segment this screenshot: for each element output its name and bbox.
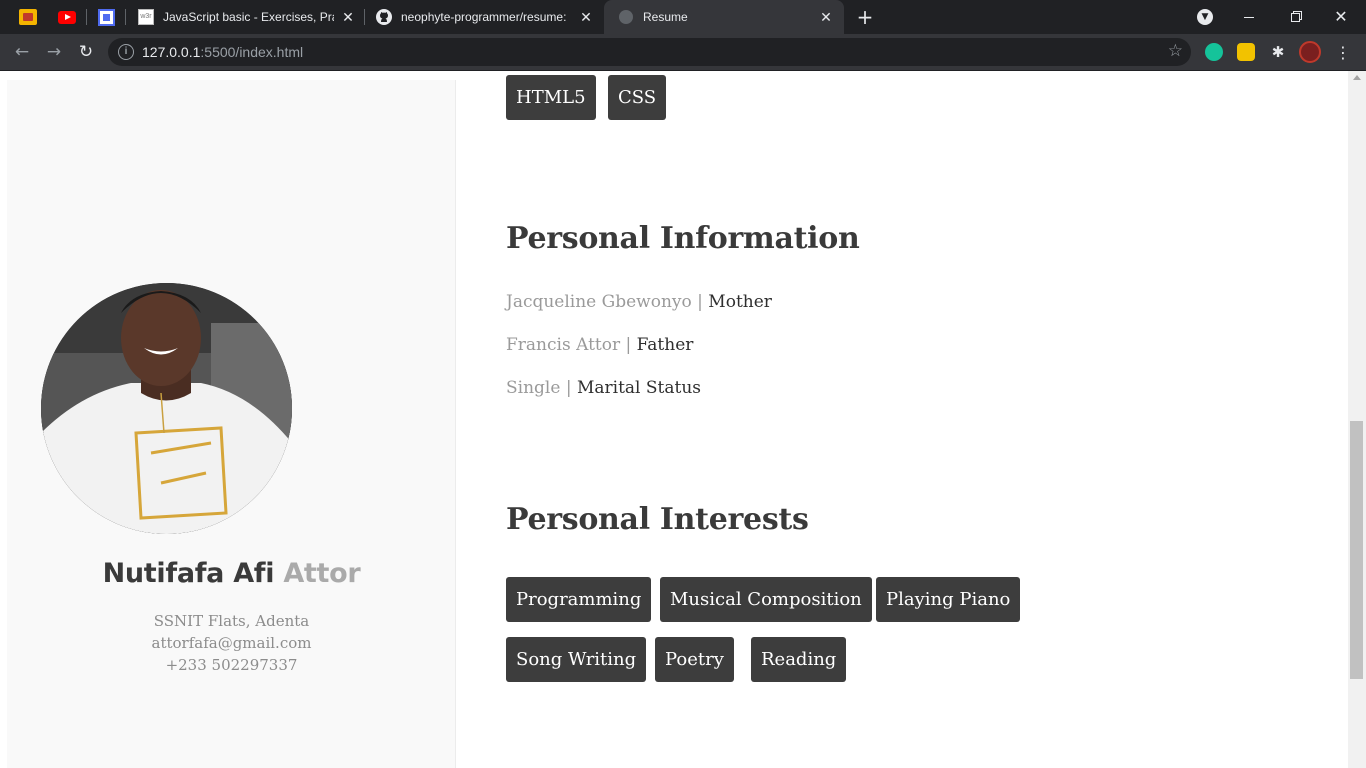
- page-scrollbar[interactable]: [1348, 71, 1366, 768]
- browser-toolbar: ← → ↻ i 127.0.0.1:5500/index.html ☆ ✱ ⋮: [0, 34, 1366, 71]
- pinned-tab-youtube[interactable]: [57, 7, 77, 27]
- github-icon: [376, 9, 392, 25]
- info-separator: |: [625, 335, 632, 355]
- interest-tag: Programming: [506, 577, 652, 622]
- skill-tag: HTML5: [506, 75, 596, 120]
- info-value: Jacqueline Gbewonyo: [506, 292, 692, 312]
- info-label: Marital Status: [576, 378, 701, 398]
- youtube-icon: [58, 10, 76, 24]
- extension-icon[interactable]: [1237, 43, 1255, 61]
- skill-tag: CSS: [608, 75, 667, 120]
- close-icon[interactable]: ✕: [340, 9, 356, 25]
- menu-button[interactable]: ⋮: [1331, 40, 1355, 64]
- page-viewport: Nutifafa Afi Attor SSNIT Flats, Adenta a…: [0, 71, 1348, 768]
- address-bar[interactable]: i 127.0.0.1:5500/index.html ☆: [108, 38, 1191, 66]
- resume-main: HTML5 CSS Personal Information Jacquelin…: [506, 71, 1326, 768]
- minimize-button[interactable]: [1226, 0, 1272, 34]
- blogger-icon: [19, 9, 37, 25]
- pinned-tab-blogger[interactable]: [18, 7, 38, 27]
- tab-divider: [86, 9, 87, 25]
- info-label: Mother: [708, 292, 772, 312]
- section-title-personal-information: Personal Information: [506, 221, 860, 256]
- contact-phone: +233 502297337: [165, 656, 298, 674]
- reload-icon: ↻: [78, 42, 94, 62]
- back-button[interactable]: ←: [10, 40, 34, 64]
- info-separator: |: [565, 378, 572, 398]
- kebab-menu-icon: ⋮: [1335, 42, 1351, 62]
- interest-tag: Musical Composition: [660, 577, 872, 622]
- tab-title: Resume: [643, 10, 688, 24]
- close-icon[interactable]: ✕: [578, 9, 594, 25]
- url-path: :5500/index.html: [200, 44, 304, 60]
- pinned-tab-app[interactable]: [96, 7, 116, 27]
- forward-button[interactable]: →: [42, 40, 66, 64]
- tab-title: neophyte-programmer/resume:: [401, 10, 567, 24]
- app-grid-icon: [97, 8, 115, 26]
- scrollbar-thumb[interactable]: [1350, 421, 1363, 679]
- close-icon: ✕: [1334, 9, 1348, 26]
- info-value: Single: [506, 378, 561, 398]
- bookmark-star-icon[interactable]: ☆: [1168, 41, 1183, 61]
- forward-arrow-icon: →: [46, 42, 62, 62]
- contact-email: attorfafa@gmail.com: [151, 634, 312, 652]
- contact-address: SSNIT Flats, Adenta: [153, 612, 310, 630]
- globe-icon: [618, 9, 634, 25]
- scroll-up-arrow-icon[interactable]: [1353, 75, 1361, 80]
- close-icon[interactable]: ✕: [818, 9, 834, 25]
- grammarly-icon[interactable]: [1205, 43, 1223, 61]
- tab-strip: w3r JavaScript basic - Exercises, Pract …: [0, 0, 1366, 34]
- profile-avatar[interactable]: [1299, 41, 1321, 63]
- tab-search-icon[interactable]: ▼: [1197, 9, 1213, 25]
- tab-javascript-basic[interactable]: w3r JavaScript basic - Exercises, Pract …: [124, 0, 366, 34]
- restore-icon: [1290, 12, 1300, 22]
- url-text: 127.0.0.1:5500/index.html: [142, 44, 303, 60]
- info-label: Father: [636, 335, 694, 355]
- info-row: Single | Marital Status: [506, 378, 701, 398]
- new-tab-button[interactable]: +: [855, 7, 875, 27]
- tab-title: JavaScript basic - Exercises, Pract: [163, 10, 334, 24]
- site-info-icon[interactable]: i: [118, 44, 134, 60]
- section-title-personal-interests: Personal Interests: [506, 502, 809, 537]
- profile-photo: [41, 283, 292, 534]
- profile-sidebar: Nutifafa Afi Attor SSNIT Flats, Adenta a…: [7, 80, 456, 768]
- tab-resume[interactable]: Resume ✕: [604, 0, 844, 34]
- back-arrow-icon: ←: [14, 42, 30, 62]
- info-separator: |: [697, 292, 703, 312]
- interest-tag: Song Writing: [506, 637, 647, 682]
- tab-github-resume[interactable]: neophyte-programmer/resume: ✕: [362, 0, 604, 34]
- first-name: Nutifafa Afi: [102, 558, 275, 589]
- profile-name: Nutifafa Afi Attor: [7, 558, 456, 589]
- info-row: Francis Attor | Father: [506, 335, 693, 355]
- last-name: Attor: [283, 558, 361, 589]
- info-value: Francis Attor: [506, 335, 621, 355]
- reload-button[interactable]: ↻: [74, 40, 98, 64]
- interest-tag: Playing Piano: [876, 577, 1021, 622]
- url-host: 127.0.0.1: [142, 44, 201, 60]
- interest-tag: Poetry: [655, 637, 734, 682]
- minimize-icon: [1244, 16, 1254, 18]
- w3resource-icon: w3r: [138, 9, 154, 25]
- restore-button[interactable]: [1272, 0, 1318, 34]
- window-close-button[interactable]: ✕: [1318, 0, 1364, 34]
- interest-tag: Reading: [751, 637, 847, 682]
- puzzle-extensions-icon[interactable]: ✱: [1269, 43, 1287, 61]
- info-row: Jacqueline Gbewonyo | Mother: [506, 292, 772, 312]
